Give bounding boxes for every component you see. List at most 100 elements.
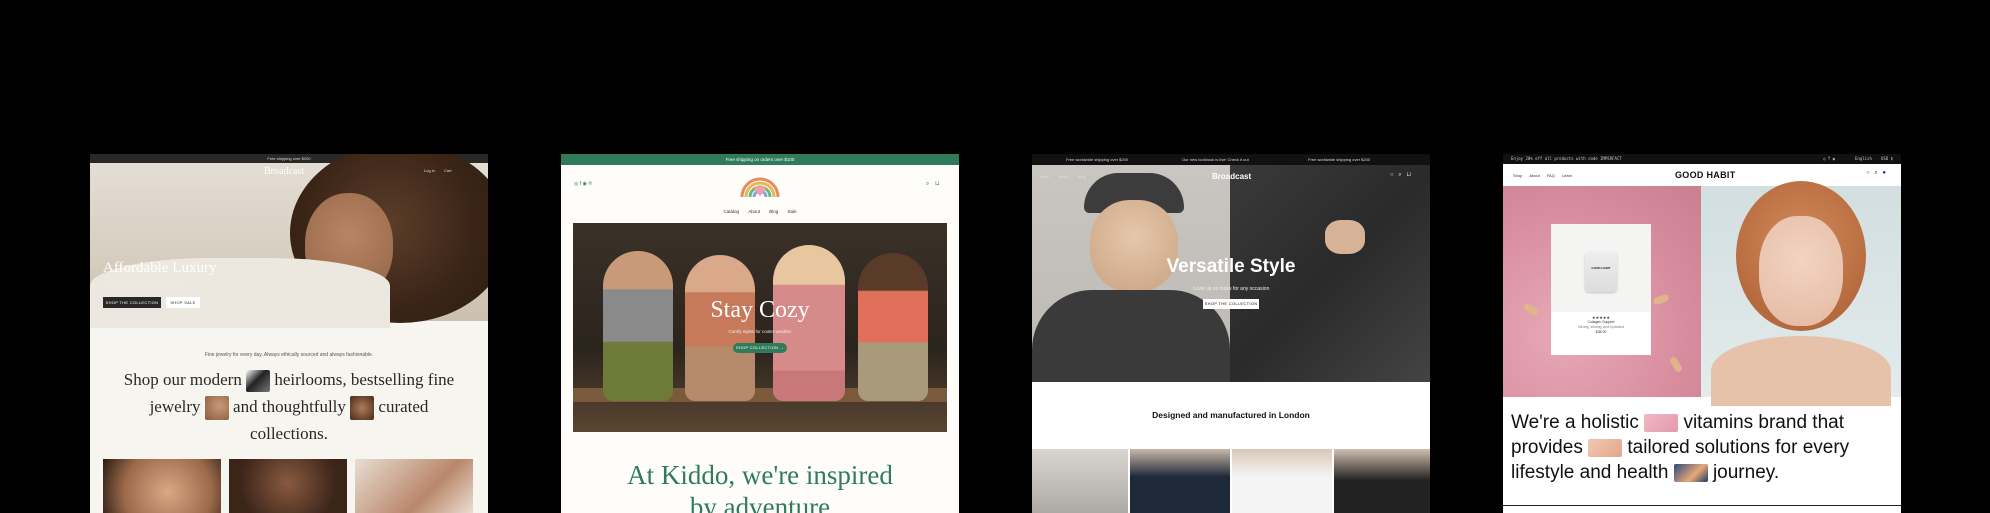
social-icons: ◎ f ◉ ℗ [574, 181, 592, 187]
shop-collection-button[interactable]: SHOP THE COLLECTION [1203, 299, 1259, 309]
hero-subtitle: Comfy styles for cooler weather [728, 329, 792, 334]
product-image-4[interactable] [1334, 449, 1430, 513]
search-icon[interactable]: ⌕ [1398, 172, 1401, 178]
hero-title: Versatile Style [1166, 256, 1296, 277]
kid-2 [685, 255, 755, 401]
announcement-1: Free worldwide shipping over $200 [1066, 157, 1129, 162]
inline-image-2 [1588, 438, 1623, 457]
capsule-2 [1652, 293, 1670, 306]
section-heading-line-1: At Kiddo, we're inspired [627, 460, 893, 490]
rich-text-6: journey. [1712, 462, 1780, 483]
header-actions: Log in Cart [424, 168, 452, 173]
nav-link-sale[interactable]: Sale [788, 209, 797, 214]
divider [1503, 505, 1901, 506]
theme-preview-kiddo[interactable]: Free shipping on orders over $100 ◎ f ◉ … [561, 154, 959, 513]
jewelry-thumb-2 [204, 396, 229, 421]
rich-text-5: curated [378, 397, 429, 416]
nav-link-learn[interactable]: Learn [1562, 173, 1572, 178]
nav-link-faq[interactable]: FAQ [1547, 173, 1555, 178]
rich-text-2: vitamins brand that [1683, 412, 1844, 433]
login-link[interactable]: Log in [424, 168, 435, 173]
section-title: Designed and manufactured in London [1152, 410, 1310, 420]
nav-link-catalog[interactable]: Catalog [723, 209, 739, 214]
section-heading-line-2: by adventure [689, 492, 831, 513]
inline-image-1 [1644, 413, 1679, 432]
rich-text-3: jewelry [149, 397, 201, 416]
header-icons: ⌕ ⊔ [926, 180, 940, 188]
search-icon[interactable]: ⌕ [1874, 170, 1877, 176]
theme-preview-good-habit[interactable]: Enjoy 20% off all products with code IMP… [1503, 154, 1901, 513]
shop-collection-button[interactable]: SHOP THE COLLECTION [103, 297, 161, 308]
product-image-1[interactable] [103, 459, 221, 513]
cart-icon[interactable]: ● [1882, 170, 1886, 176]
product-info-panel: ★★★★★ Collagen Support Strong, shining, … [1551, 312, 1651, 355]
cart-icon[interactable]: ⊔ [1406, 172, 1411, 178]
nav-link-home[interactable]: Home [104, 168, 115, 173]
nav-link-shop[interactable]: Shop [1040, 174, 1049, 179]
product-image-2[interactable] [229, 459, 347, 513]
face-shape [1090, 200, 1178, 292]
pinterest-icon[interactable]: ℗ [588, 181, 592, 187]
jewelry-thumb-1 [246, 370, 271, 393]
main-nav: Catalog About Blog Sale [561, 209, 959, 214]
capsule-1 [1522, 302, 1540, 317]
product-jar: GOOD HABIT [1585, 252, 1617, 292]
instagram-icon[interactable]: ◎ [574, 181, 578, 187]
hero-title: Stay Cozy [710, 297, 810, 323]
nav-link-catalog[interactable]: Catalog [124, 168, 138, 173]
logo[interactable]: Broadcast [1212, 172, 1251, 181]
product-price: $38.00 [1595, 330, 1607, 334]
kid-4 [858, 253, 928, 401]
announcement-text: Enjoy 20% off all products with code IMP… [1511, 156, 1622, 161]
cart-icon[interactable]: ⊔ [935, 181, 940, 187]
currency-selector[interactable]: USD $ [1881, 154, 1893, 164]
kid-1 [603, 251, 673, 401]
hero-title: Affordable Luxury [103, 260, 217, 276]
twitter-icon[interactable]: ◉ [583, 181, 587, 187]
language-selector[interactable]: English [1855, 154, 1872, 164]
shop-collection-label: SHOP COLLECTION [735, 345, 779, 350]
announcement-3: Free worldwide shipping over $200 [1308, 157, 1371, 162]
nav-link-shop[interactable]: Shop [1513, 173, 1522, 178]
facebook-icon[interactable]: f [580, 181, 581, 187]
nav-link-about[interactable]: About [748, 209, 760, 214]
rich-text-1: Shop our modern [123, 370, 242, 389]
nav-link-blog[interactable]: Blog [1078, 174, 1086, 179]
theme-preview-broadcast-apparel[interactable]: Free worldwide shipping over $200 Our ne… [1032, 154, 1430, 513]
product-image-3[interactable] [1232, 449, 1332, 513]
main-nav: Shop About FAQ Learn [1513, 173, 1572, 178]
rich-text-block: We're a holistic vitamins brand that pro… [1511, 410, 1896, 485]
product-image-3[interactable] [355, 459, 473, 513]
rich-text-1: We're a holistic [1511, 412, 1639, 433]
cart-link[interactable]: Cart [444, 168, 452, 173]
face-shape [1759, 216, 1843, 326]
eyebrow-text: Fine jewelry for every day. Always ethic… [204, 352, 374, 358]
capsule-3 [1668, 355, 1684, 374]
shop-collection-button[interactable]: SHOP COLLECTION → [733, 343, 787, 353]
nav-link-about[interactable]: About [1058, 174, 1068, 179]
search-icon[interactable]: ⌕ [926, 181, 929, 187]
rich-text-4: and thoughtfully [233, 397, 346, 416]
social-icons: ◎ f ◉ [1823, 156, 1836, 161]
rainbow-heart-logo[interactable] [738, 167, 782, 199]
product-card[interactable]: GOOD HABIT ★★★★★ Collagen Support Strong… [1551, 224, 1651, 355]
announcement-bar: Enjoy 20% off all products with code IMP… [1503, 154, 1901, 164]
inline-image-3 [1673, 463, 1708, 482]
account-icon[interactable]: ○ [1390, 172, 1394, 178]
shoulders-shape [1711, 336, 1891, 406]
product-image-2[interactable] [1130, 449, 1230, 513]
section-heading: At Kiddo, we're inspired by adventure [561, 459, 959, 513]
main-nav: Shop About Blog [1040, 174, 1086, 179]
logo[interactable]: GOOD HABIT [1675, 170, 1736, 180]
theme-preview-broadcast-jewelry[interactable]: Free shipping over $200 Home Catalog Col… [90, 154, 488, 513]
main-nav: Home Catalog Collection [104, 168, 164, 173]
nav-link-blog[interactable]: Blog [769, 209, 778, 214]
product-image-1[interactable] [1032, 449, 1128, 513]
logo[interactable]: Broadcast [264, 166, 304, 177]
nav-link-about[interactable]: About [1529, 173, 1539, 178]
shop-sale-button[interactable]: SHOP SALE [166, 297, 200, 308]
nav-link-collection[interactable]: Collection [147, 168, 165, 173]
account-icon[interactable]: ○ [1866, 170, 1870, 176]
announcement-text: Free shipping on orders over $100 [725, 157, 795, 162]
announcement-bar: Free worldwide shipping over $200 Our ne… [1032, 154, 1430, 165]
